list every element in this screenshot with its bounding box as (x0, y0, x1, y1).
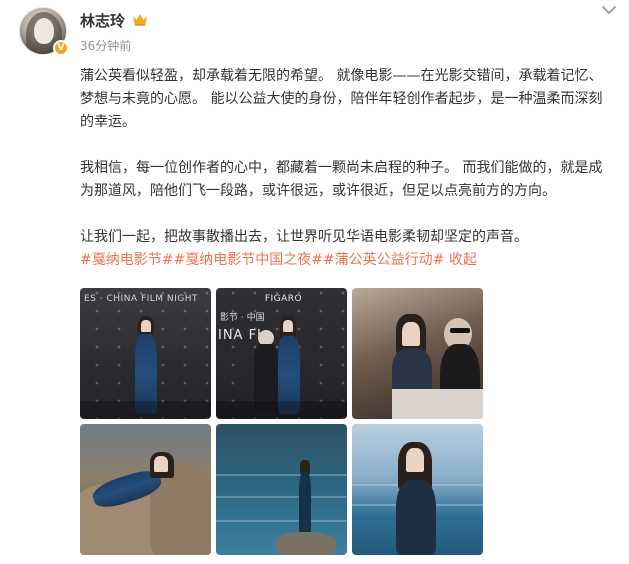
collapse-link[interactable]: 收起 (449, 252, 477, 268)
photo-thumbnail[interactable]: FIGARO 影节 · 中国 INA FI (216, 288, 347, 419)
photo-thumbnail[interactable]: ES · CHINA FILM NIGHT (80, 288, 211, 419)
post-time[interactable]: 36分钟前 (80, 37, 131, 54)
post-paragraph: 蒲公英看似轻盈，却承载着无限的希望。 就像电影——在光影交错间，承载着记忆、梦想… (80, 68, 603, 130)
photo-thumbnail[interactable] (216, 424, 347, 555)
hashtag-link[interactable]: #戛纳电影节中国之夜# (173, 252, 322, 268)
photo-banner-text: INA FI (218, 328, 262, 343)
photo-thumbnail[interactable] (352, 288, 483, 419)
photo-thumbnail[interactable] (352, 424, 483, 555)
chevron-down-icon[interactable] (601, 4, 617, 16)
photo-banner-text: FIGARO (264, 294, 303, 304)
post-paragraph: 我相信，每一位创作者的心中，都藏着一颗尚未启程的种子。 而我们能做的，就是成为那… (80, 160, 603, 199)
post-paragraph: 让我们一起，把故事散播出去，让世界听见华语电影柔韧却坚定的声音。 #戛纳电影节#… (80, 226, 610, 272)
photo-banner-text: 影节 · 中国 (220, 313, 265, 323)
photo-banner-text: ES · CHINA FILM NIGHT (84, 294, 199, 304)
username[interactable]: 林志玲 (80, 10, 125, 31)
verified-badge-icon: V (53, 40, 69, 56)
hashtag-link[interactable]: #蒲公英公益行动# (323, 252, 444, 268)
hashtag-link[interactable]: #戛纳电影节# (80, 252, 173, 268)
photo-grid: ES · CHINA FILM NIGHT FIGARO 影节 · 中国 INA… (80, 288, 484, 556)
post-paragraph-text: 让我们一起，把故事散播出去，让世界听见华语电影柔韧却坚定的声音。 (80, 229, 528, 245)
weibo-post: V 林志玲 36分钟前 蒲公英看似轻盈，却承载着无限的希望。 就像电影——在光影… (0, 0, 629, 564)
photo-thumbnail[interactable] (80, 424, 211, 555)
post-content: 蒲公英看似轻盈，却承载着无限的希望。 就像电影——在光影交错间，承载着记忆、梦想… (80, 65, 610, 272)
crown-icon (133, 14, 147, 26)
